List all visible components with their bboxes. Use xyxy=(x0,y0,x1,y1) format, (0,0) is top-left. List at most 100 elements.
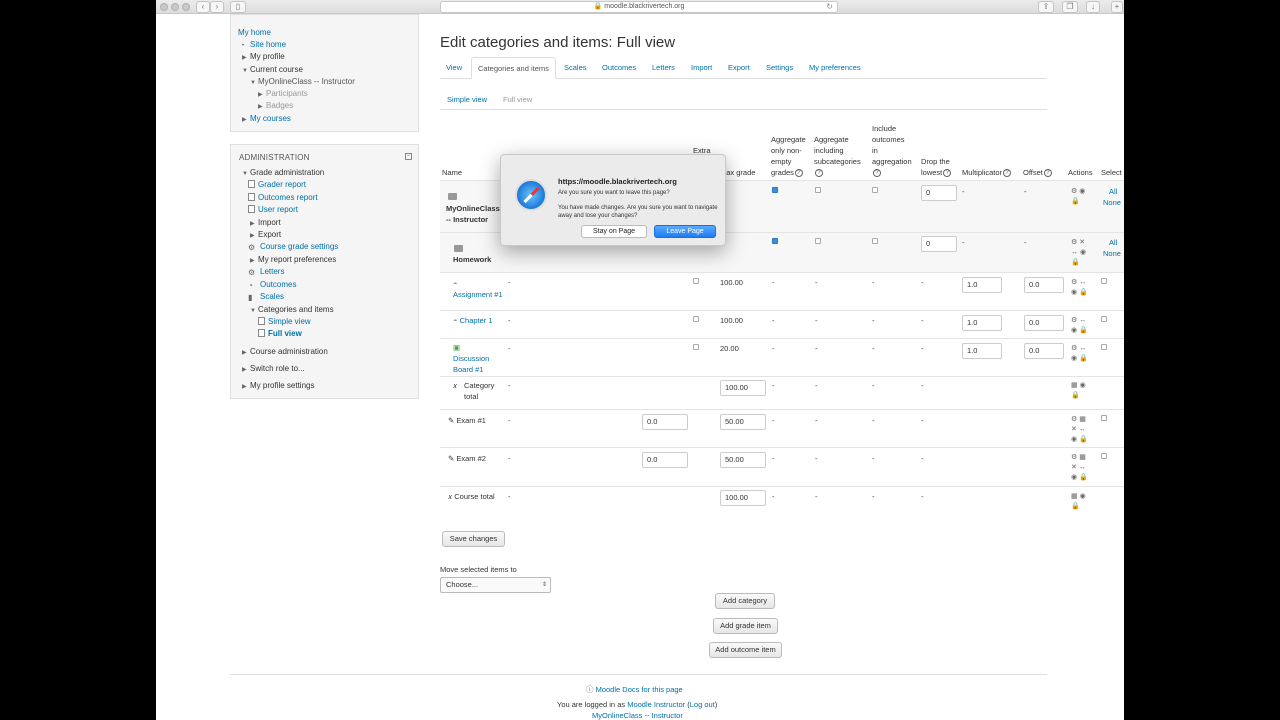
nav-current-course[interactable]: ▼ Current course xyxy=(242,65,303,74)
tabs-icon[interactable]: ❐ xyxy=(1062,1,1078,13)
stay-on-page-button[interactable]: Stay on Page xyxy=(581,225,647,238)
select-checkbox[interactable] xyxy=(1101,316,1107,322)
tab-categories-and-items[interactable]: Categories and items xyxy=(471,57,556,79)
new-tab-icon[interactable]: + xyxy=(1111,1,1123,13)
admin-outcomes[interactable]: ◔ Outcomes xyxy=(248,280,296,290)
aggregate-nonempty-checkbox[interactable] xyxy=(772,238,778,244)
max-grade-input[interactable]: 50.00 xyxy=(720,452,766,468)
row-actions[interactable]: ▦◉ 🔒 xyxy=(1071,492,1088,512)
item-name[interactable]: ◓ Chapter 1 xyxy=(453,315,493,326)
row-actions[interactable]: ⚙↔ ◉🔒 xyxy=(1071,278,1090,298)
reload-icon[interactable]: ↻ xyxy=(826,2,833,12)
select-checkbox[interactable] xyxy=(1101,344,1107,350)
admin-scales[interactable]: ▮ Scales xyxy=(248,292,284,302)
row-actions[interactable]: ⚙▦ ✕↔ ◉🔒 xyxy=(1071,453,1090,483)
weight-input[interactable]: 0.0 xyxy=(642,452,688,468)
address-bar[interactable]: 🔒 moodle.blackrivertech.org ↻ xyxy=(440,1,838,13)
nav-my-profile[interactable]: ▶ My profile xyxy=(242,52,285,61)
share-icon[interactable]: ⇪ xyxy=(1038,1,1054,13)
admin-user-report[interactable]: User report xyxy=(248,205,298,214)
row-actions[interactable]: ⚙↔ ◉🔒 xyxy=(1071,344,1090,364)
tab-export[interactable]: Export xyxy=(728,57,750,79)
help-icon[interactable]: ? xyxy=(873,169,881,178)
row-actions[interactable]: ⚙◉ 🔒 xyxy=(1071,187,1087,207)
drop-lowest-input[interactable]: 0 xyxy=(921,236,957,252)
offset-input[interactable]: 0.0 xyxy=(1024,315,1064,331)
include-outcomes-checkbox[interactable] xyxy=(872,187,878,193)
forward-icon[interactable]: › xyxy=(210,1,224,13)
add-grade-item-button[interactable]: Add grade item xyxy=(713,618,778,634)
admin-categories-and-items[interactable]: ▼ Categories and items xyxy=(250,305,334,314)
admin-my-report-preferences[interactable]: ▶ My report preferences xyxy=(250,255,336,264)
subtab-simple-view[interactable]: Simple view xyxy=(447,90,487,110)
max-grade-input[interactable]: 100.00 xyxy=(720,380,766,396)
collapse-block-icon[interactable]: − xyxy=(405,153,412,160)
help-icon[interactable]: ? xyxy=(1003,169,1012,178)
offset-input[interactable]: 0.0 xyxy=(1024,343,1064,359)
admin-grader-report[interactable]: Grader report xyxy=(248,180,306,189)
close-window-icon[interactable] xyxy=(160,3,168,11)
select-checkbox[interactable] xyxy=(1101,278,1107,284)
extra-credit-checkbox[interactable] xyxy=(693,344,699,350)
aggregate-nonempty-checkbox[interactable] xyxy=(772,187,778,193)
aggregate-subcategories-checkbox[interactable] xyxy=(815,187,821,193)
row-actions[interactable]: ⚙✕ ↔◉ 🔒 xyxy=(1071,238,1088,268)
extra-credit-checkbox[interactable] xyxy=(693,316,699,322)
zoom-window-icon[interactable] xyxy=(182,3,190,11)
nav-my-courses[interactable]: ▶ My courses xyxy=(242,114,291,123)
select-none-link[interactable]: None xyxy=(1103,197,1121,208)
multiplicator-input[interactable]: 1.0 xyxy=(962,315,1002,331)
row-actions[interactable]: ⚙▦ ✕↔ ◉🔒 xyxy=(1071,415,1090,445)
tab-letters[interactable]: Letters xyxy=(652,57,675,79)
select-checkbox[interactable] xyxy=(1101,453,1107,459)
subtab-full-view[interactable]: Full view xyxy=(503,90,532,110)
sidebar-toggle-icon[interactable]: ▯ xyxy=(230,1,246,13)
admin-grade-administration[interactable]: ▼ Grade administration xyxy=(242,168,324,177)
nav-course-name[interactable]: ▼ MyOnlineClass -- Instructor xyxy=(250,77,355,86)
admin-switch-role[interactable]: ▶ Switch role to... xyxy=(242,364,305,373)
tab-outcomes[interactable]: Outcomes xyxy=(602,57,636,79)
nav-badges[interactable]: ▶ Badges xyxy=(258,101,293,110)
multiplicator-input[interactable]: 1.0 xyxy=(962,343,1002,359)
include-outcomes-checkbox[interactable] xyxy=(872,238,878,244)
admin-my-profile-settings[interactable]: ▶ My profile settings xyxy=(242,381,314,390)
tab-scales[interactable]: Scales xyxy=(564,57,587,79)
tab-view[interactable]: View xyxy=(446,57,462,79)
add-outcome-item-button[interactable]: Add outcome item xyxy=(709,642,782,658)
help-icon[interactable]: ? xyxy=(943,169,952,178)
help-icon[interactable]: ? xyxy=(815,169,823,178)
tab-import[interactable]: Import xyxy=(691,57,712,79)
tab-settings[interactable]: Settings xyxy=(766,57,793,79)
back-icon[interactable]: ‹ xyxy=(196,1,210,13)
admin-letters[interactable]: ⚙ Letters xyxy=(248,267,284,277)
select-all-link[interactable]: All xyxy=(1109,186,1117,197)
max-grade-input[interactable]: 100.00 xyxy=(720,490,766,506)
downloads-icon[interactable]: ↓ xyxy=(1086,1,1100,13)
tab-my-preferences[interactable]: My preferences xyxy=(809,57,861,79)
row-actions[interactable]: ⚙↔ ◉🔒 xyxy=(1071,316,1090,336)
help-icon[interactable]: ? xyxy=(794,169,803,178)
user-link[interactable]: Moodle Instructor xyxy=(627,700,685,709)
extra-credit-checkbox[interactable] xyxy=(693,278,699,284)
add-category-button[interactable]: Add category xyxy=(715,593,775,609)
admin-export[interactable]: ▶ Export xyxy=(250,230,281,239)
select-all-link[interactable]: All xyxy=(1109,237,1117,248)
admin-course-grade-settings[interactable]: ⚙ Course grade settings xyxy=(248,242,338,252)
aggregate-subcategories-checkbox[interactable] xyxy=(815,238,821,244)
nav-my-home[interactable]: My home xyxy=(238,28,271,37)
row-actions[interactable]: ▦◉ 🔒 xyxy=(1071,381,1088,401)
move-items-select[interactable]: Choose... ⇕ xyxy=(440,577,551,593)
leave-page-button[interactable]: Leave Page xyxy=(654,225,716,238)
help-icon[interactable]: ? xyxy=(1043,169,1052,178)
weight-input[interactable]: 0.0 xyxy=(642,414,688,430)
admin-full-view[interactable]: Full view xyxy=(258,329,302,338)
save-changes-button[interactable]: Save changes xyxy=(442,531,505,547)
minimize-window-icon[interactable] xyxy=(171,3,179,11)
nav-site-home[interactable]: • Site home xyxy=(242,40,286,49)
drop-lowest-input[interactable]: 0 xyxy=(921,185,957,201)
select-none-link[interactable]: None xyxy=(1103,248,1121,259)
nav-participants[interactable]: ▶ Participants xyxy=(258,89,308,98)
logout-link[interactable]: Log out xyxy=(690,700,715,709)
course-link[interactable]: MyOnlineClass -- Instructor xyxy=(592,711,683,720)
admin-import[interactable]: ▶ Import xyxy=(250,218,281,227)
